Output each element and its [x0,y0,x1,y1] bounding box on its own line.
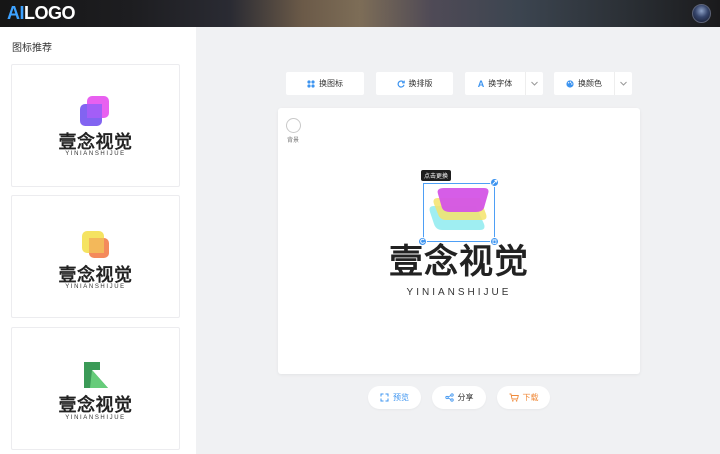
logo-name-text[interactable]: 壹念视觉 [278,242,640,282]
change-icon-button[interactable]: 换图标 [286,72,364,95]
share-icon [444,393,454,402]
change-font-label: 换字体 [488,79,513,88]
preview-button[interactable]: 预览 [368,386,421,409]
change-font-button[interactable]: A 换字体 [465,72,543,95]
logo-card-1[interactable]: 壹念视觉 YINIANSHIJUE [11,64,180,187]
cart-icon [509,393,519,402]
selection-box[interactable] [423,183,495,242]
change-color-button[interactable]: 换颜色 [554,72,632,95]
change-layout-label: 换排版 [408,79,433,88]
card-logo-pinyin: YINIANSHIJUE [65,284,126,290]
share-label: 分享 [457,393,474,402]
logo-card-2[interactable]: 壹念视觉 YINIANSHIJUE [11,195,180,318]
change-layout-button[interactable]: 换排版 [376,72,453,95]
expand-icon [380,393,389,402]
resize-icon[interactable] [490,178,499,187]
top-bar: AILOGO [0,0,720,27]
brand-ai: AI [7,3,25,23]
chevron-down-icon[interactable] [614,72,632,95]
brand-logo-text: LOGO [24,3,76,23]
chevron-down-icon[interactable] [525,72,543,95]
background-label: 背景 [287,137,300,144]
refresh-icon [397,79,405,88]
change-icon-label: 换图标 [319,79,343,88]
share-button[interactable]: 分享 [432,386,486,409]
font-icon: A [477,78,485,89]
icon-recommend-panel: 图标推荐 壹念视觉 YINIANSHIJUE 壹念视觉 YINIANSHIJUE… [0,27,196,454]
user-avatar[interactable] [692,4,711,23]
card-logo-pinyin: YINIANSHIJUE [65,415,126,421]
logo-canvas: 背景 点击更换 壹念视觉 YINIANSHIJUE [278,108,640,374]
tooltip: 点击更换 [421,170,452,181]
background-color-picker[interactable] [286,118,301,133]
panel-title: 图标推荐 [12,43,52,54]
brand-logo[interactable]: AILOGO [7,3,76,23]
logo-pinyin-text[interactable]: YINIANSHIJUE [278,287,640,298]
card-logo-name: 壹念视觉 [58,395,133,416]
logo-card-3[interactable]: 壹念视觉 YINIANSHIJUE [11,327,180,450]
palette-icon [566,79,574,88]
download-label: 下载 [522,393,539,402]
yellow-shape-icon [82,231,109,258]
card-logo-pinyin: YINIANSHIJUE [65,151,126,157]
green-shape-icon [84,362,108,388]
change-color-label: 换颜色 [578,79,602,88]
download-button[interactable]: 下载 [497,386,550,409]
grid-icon [307,79,315,88]
purple-shape-icon [80,96,109,126]
preview-label: 预览 [393,393,409,402]
